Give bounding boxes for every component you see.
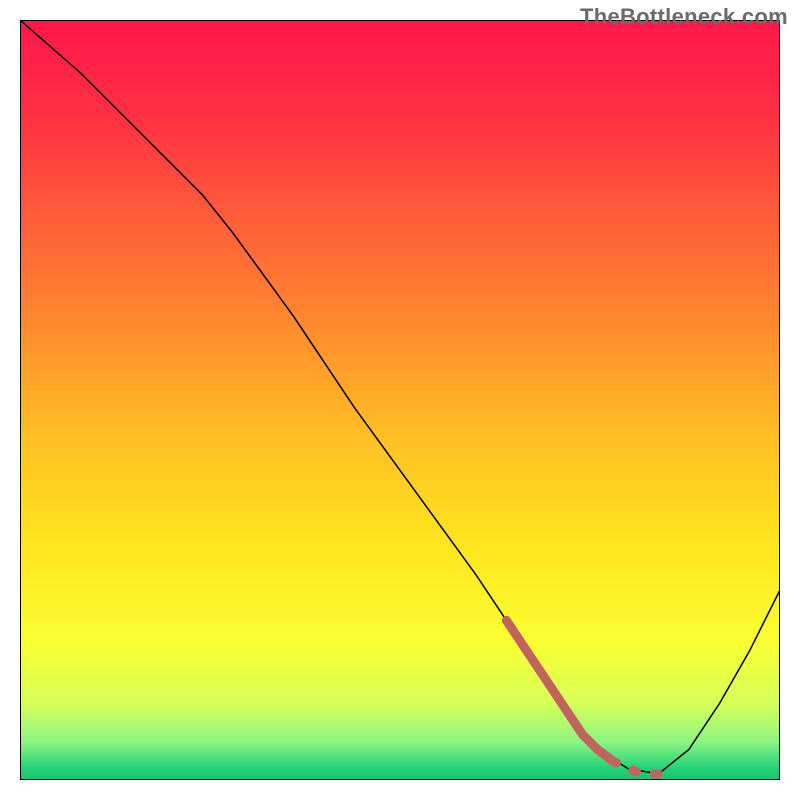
highlight-dashed xyxy=(613,761,659,774)
plot-area xyxy=(20,20,780,780)
chart-container: TheBottleneck.com xyxy=(0,0,800,800)
chart-svg xyxy=(20,20,780,780)
highlight-solid xyxy=(506,620,612,761)
watermark-text: TheBottleneck.com xyxy=(580,4,788,30)
plot-frame xyxy=(20,20,780,780)
curve-main xyxy=(20,20,780,774)
